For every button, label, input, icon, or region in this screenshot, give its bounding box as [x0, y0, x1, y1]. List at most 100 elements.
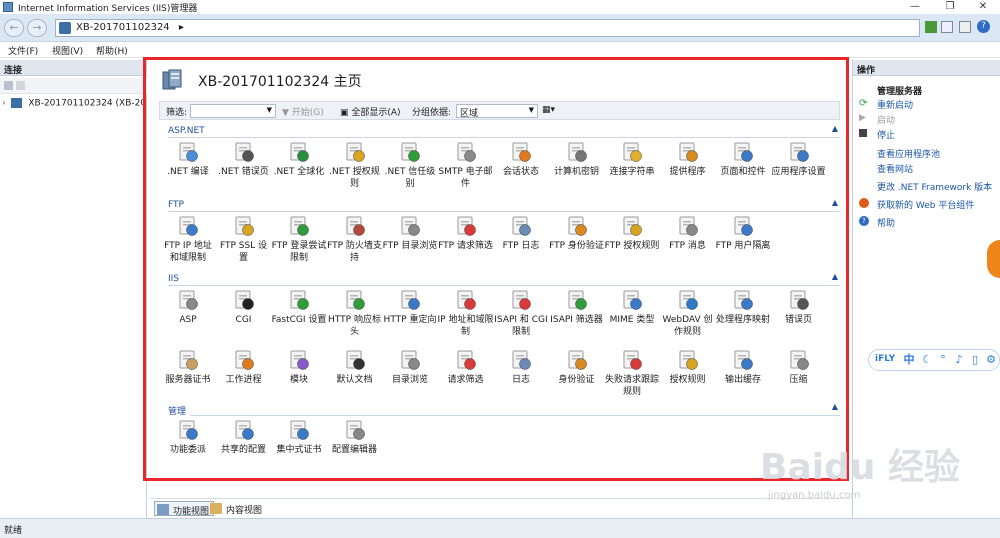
- feature-fastcgi[interactable]: FastCGI 设置: [271, 288, 327, 326]
- ime-voice-icon[interactable]: ♪: [953, 354, 965, 366]
- start-link[interactable]: 启动: [877, 113, 895, 126]
- feature-machine-key[interactable]: 计算机密钥: [549, 140, 605, 178]
- feature-handler-mappings[interactable]: 处理程序映射: [715, 288, 771, 326]
- tree-node-server[interactable]: › XB-201701102324 (XB-2017: [2, 98, 147, 109]
- feature-ftp-ssl[interactable]: FTP SSL 设置: [216, 214, 272, 264]
- feature-net-globalization[interactable]: .NET 全球化: [271, 140, 327, 178]
- stop-link[interactable]: 停止: [877, 128, 895, 141]
- menu-view[interactable]: 视图(V): [52, 44, 83, 57]
- features-view-tab[interactable]: 功能视图: [154, 501, 215, 517]
- address-path[interactable]: XB-201701102324: [76, 22, 170, 33]
- feature-ftp-authorization[interactable]: FTP 授权规则: [604, 214, 660, 252]
- expand-chevron-icon[interactable]: ›: [2, 99, 6, 109]
- get-web-components-link[interactable]: 获取新的 Web 平台组件: [877, 198, 974, 211]
- ime-toolbar[interactable]: iFLY 中 ☾ ° ♪ ▯ ⚙: [868, 349, 1000, 371]
- maximize-button[interactable]: ❐: [935, 0, 965, 14]
- ime-halfwidth-icon[interactable]: ☾: [921, 354, 933, 366]
- feature-app-settings[interactable]: 应用程序设置: [771, 140, 827, 178]
- feature-session-state[interactable]: 会话状态: [493, 140, 549, 178]
- help-link[interactable]: 帮助: [877, 216, 895, 229]
- forward-button[interactable]: →: [27, 19, 47, 37]
- start-filter-button[interactable]: ▼ 开始(G): [282, 105, 324, 118]
- feature-ftp-authentication[interactable]: FTP 身份验证: [549, 214, 605, 252]
- view-app-pools-link[interactable]: 查看应用程序池: [877, 147, 940, 160]
- view-mode-icon[interactable]: ▦▾: [542, 105, 555, 115]
- save-toolbar-icon[interactable]: [16, 81, 25, 90]
- feature-connection-strings[interactable]: 连接字符串: [604, 140, 660, 178]
- feature-smtp-email[interactable]: SMTP 电子邮件: [438, 140, 494, 190]
- feature-output-caching[interactable]: 输出缓存: [715, 348, 771, 386]
- refresh-icon[interactable]: [959, 21, 971, 33]
- feature-authentication[interactable]: 身份验证: [549, 348, 605, 386]
- feature-ftp-ip-restrictions[interactable]: FTP IP 地址和域限制: [160, 214, 216, 264]
- content-view-tab[interactable]: 内容视图: [208, 501, 266, 516]
- feature-authorization-rules[interactable]: 授权规则: [660, 348, 716, 386]
- section-header[interactable]: IIS ▲: [168, 272, 840, 286]
- feature-net-authorization[interactable]: .NET 授权规则: [327, 140, 383, 190]
- change-framework-link[interactable]: 更改 .NET Framework 版本: [877, 180, 992, 193]
- feature-ftp-directory-browsing[interactable]: FTP 目录浏览: [382, 214, 438, 252]
- show-all-button[interactable]: ▣ 全部显示(A): [340, 105, 401, 118]
- feature-directory-browsing[interactable]: 目录浏览: [382, 348, 438, 386]
- section-header[interactable]: ASP.NET ▲: [168, 124, 840, 138]
- feature-mime-types[interactable]: MIME 类型: [604, 288, 660, 326]
- feature-ftp-logon-attempts[interactable]: FTP 登录尝试限制: [271, 214, 327, 264]
- feature-isapi-cgi-restrictions[interactable]: ISAPI 和 CGI 限制: [493, 288, 549, 338]
- feature-http-redirect[interactable]: HTTP 重定向: [382, 288, 438, 326]
- feature-centralized-certificates[interactable]: 集中式证书: [271, 418, 327, 456]
- collapse-section-icon[interactable]: ▲: [832, 402, 838, 411]
- feature-logging[interactable]: 日志: [493, 348, 549, 386]
- back-button[interactable]: ←: [4, 19, 24, 37]
- feature-feature-delegation[interactable]: 功能委派: [160, 418, 216, 456]
- feature-ftp-logging[interactable]: FTP 日志: [493, 214, 549, 252]
- close-button[interactable]: ✕: [968, 0, 998, 14]
- ime-mode-chinese[interactable]: 中: [903, 354, 915, 366]
- address-box[interactable]: XB-201701102324 ▸: [55, 19, 920, 37]
- section-header[interactable]: FTP ▲: [168, 198, 840, 212]
- feature-failed-request-tracing[interactable]: 失败请求跟踪规则: [604, 348, 660, 398]
- menu-file[interactable]: 文件(F): [8, 44, 38, 57]
- feature-configuration-editor[interactable]: 配置编辑器: [327, 418, 383, 456]
- feature-http-response-headers[interactable]: HTTP 响应标头: [327, 288, 383, 338]
- feature-asp[interactable]: ASP: [160, 288, 216, 326]
- feature-server-certificates[interactable]: 服务器证书: [160, 348, 216, 386]
- ime-punctuation-icon[interactable]: °: [937, 354, 949, 366]
- feature-ftp-request-filtering[interactable]: FTP 请求筛选: [438, 214, 494, 252]
- view-sites-link[interactable]: 查看网站: [877, 162, 913, 175]
- floating-assistant-button[interactable]: [987, 240, 1000, 278]
- minimize-button[interactable]: —: [900, 0, 930, 14]
- feature-cgi[interactable]: CGI: [216, 288, 272, 326]
- feature-webdav[interactable]: WebDAV 创作规则: [660, 288, 716, 338]
- help-icon[interactable]: ?: [977, 20, 990, 33]
- feature-net-trust-levels[interactable]: .NET 信任级别: [382, 140, 438, 190]
- feature-request-filtering[interactable]: 请求筛选: [438, 348, 494, 386]
- feature-worker-processes[interactable]: 工作进程: [216, 348, 272, 386]
- feature-providers[interactable]: 提供程序: [660, 140, 716, 178]
- mail-icon[interactable]: [941, 21, 953, 33]
- feature-default-document[interactable]: 默认文档: [327, 348, 383, 386]
- collapse-section-icon[interactable]: ▲: [832, 198, 838, 207]
- feature-ftp-firewall[interactable]: FTP 防火墙支持: [327, 214, 383, 264]
- connect-toolbar-icon[interactable]: [4, 81, 13, 90]
- feature-net-error-pages[interactable]: .NET 错误页: [216, 140, 272, 178]
- feature-error-pages[interactable]: 错误页: [771, 288, 827, 326]
- feature-net-compile[interactable]: .NET 编译: [160, 140, 216, 178]
- feature-ftp-user-isolation[interactable]: FTP 用户隔离: [715, 214, 771, 252]
- feature-ftp-messages[interactable]: FTP 消息: [660, 214, 716, 252]
- feature-shared-configuration[interactable]: 共享的配置: [216, 418, 272, 456]
- filter-input[interactable]: ▼: [190, 104, 276, 118]
- feature-ip-restrictions[interactable]: IP 地址和域限制: [438, 288, 494, 338]
- address-separator[interactable]: ▸: [179, 22, 184, 33]
- feature-pages-controls[interactable]: 页面和控件: [715, 140, 771, 178]
- restart-link[interactable]: 重新启动: [877, 98, 913, 111]
- group-by-select[interactable]: 区域 ▼: [456, 104, 538, 119]
- section-header[interactable]: 管理 ▲: [168, 402, 840, 417]
- feature-modules[interactable]: 模块: [271, 348, 327, 386]
- ime-keyboard-icon[interactable]: ▯: [969, 354, 981, 366]
- tree-node-label[interactable]: XB-201701102324 (XB-2017: [28, 99, 147, 109]
- menu-help[interactable]: 帮助(H): [96, 44, 128, 57]
- feature-isapi-filters[interactable]: ISAPI 筛选器: [549, 288, 605, 326]
- collapse-section-icon[interactable]: ▲: [832, 124, 838, 133]
- feature-compression[interactable]: 压缩: [771, 348, 827, 386]
- connect-icon[interactable]: [925, 21, 937, 33]
